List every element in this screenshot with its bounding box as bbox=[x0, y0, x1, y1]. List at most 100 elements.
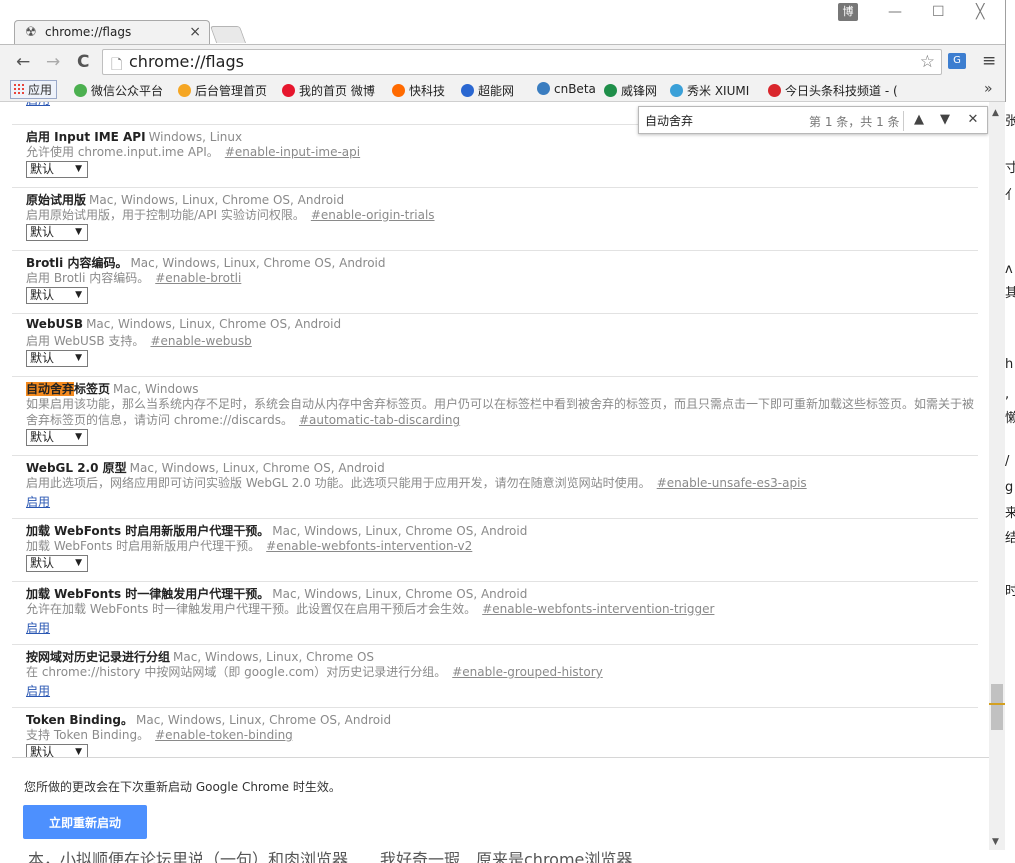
flag-title-text: Token Binding。 bbox=[26, 713, 133, 727]
dropdown-caret-icon: ▼ bbox=[75, 290, 82, 300]
flag-item: Token Binding。 Mac, Windows, Linux, Chrom… bbox=[12, 707, 978, 757]
flag-state-select[interactable]: 默认 ▼ bbox=[26, 224, 88, 241]
bookmark-label: 快科技 bbox=[409, 84, 446, 98]
bookmark-favicon-icon bbox=[537, 82, 550, 95]
flag-platforms: Windows, Linux bbox=[148, 130, 243, 144]
flag-enable-link[interactable]: 启用 bbox=[26, 102, 50, 108]
bookmark-item[interactable]: 快科技 bbox=[392, 82, 445, 99]
flag-state-select[interactable]: 默认 ▼ bbox=[26, 555, 88, 572]
new-tab-button[interactable] bbox=[209, 26, 247, 43]
restart-button[interactable]: 立即重新启动 bbox=[23, 805, 147, 839]
vertical-scrollbar[interactable]: ▲ ▼ bbox=[989, 102, 1005, 850]
flag-description-text: 允许在加载 WebFonts 时一律触发用户代理干预。此设置仅在启用干预后才会生… bbox=[26, 602, 477, 616]
address-bar[interactable]: 🗋 chrome://flags ☆ bbox=[102, 49, 942, 75]
flag-platforms: Mac, Windows, Linux, Chrome OS, Android bbox=[89, 193, 345, 207]
bookmark-item[interactable]: 秀米 XIUMI bbox=[670, 82, 749, 99]
flag-title: 原始试用版 Mac, Windows, Linux, Chrome OS, And… bbox=[26, 191, 344, 208]
reload-icon[interactable]: C bbox=[77, 52, 89, 72]
flag-state-value: 默认 bbox=[30, 745, 55, 757]
browser-toolbar: ← → C 🗋 chrome://flags ☆ G ≡ bbox=[0, 45, 1005, 79]
flag-title-text: 原始试用版 bbox=[26, 193, 87, 207]
flag-state-select[interactable]: 默认 ▼ bbox=[26, 429, 88, 446]
flag-description: 在 chrome://history 中按网站网域（即 google.com）对… bbox=[26, 664, 976, 680]
flag-anchor-link[interactable]: #enable-brotli bbox=[155, 271, 241, 285]
bookmark-favicon-icon bbox=[768, 84, 781, 97]
bookmark-favicon-icon bbox=[74, 84, 87, 97]
menu-icon[interactable]: ≡ bbox=[982, 51, 996, 71]
tab-chrome-flags[interactable]: ☢ chrome://flags × bbox=[14, 20, 210, 44]
bookmarks-more-icon[interactable]: » bbox=[984, 81, 993, 97]
flag-description: 允许使用 chrome.input.ime API。 #enable-input-… bbox=[26, 144, 976, 160]
dropdown-caret-icon: ▼ bbox=[75, 227, 82, 237]
flag-enable-link[interactable]: 启用 bbox=[26, 682, 50, 699]
background-char: g bbox=[1005, 480, 1014, 495]
bookmark-item[interactable]: 后台管理首页 bbox=[178, 82, 267, 99]
flag-description-text: 允许使用 chrome.input.ime API。 bbox=[26, 145, 219, 159]
flag-enable-link[interactable]: 启用 bbox=[26, 493, 50, 510]
bookmark-item[interactable]: cnBeta bbox=[537, 82, 596, 96]
back-icon[interactable]: ← bbox=[16, 52, 30, 72]
flag-description-text: 启用此选项后，网络应用即可访问实验版 WebGL 2.0 功能。此选项只能用于应… bbox=[26, 476, 651, 490]
flag-state-select[interactable]: 默认 ▼ bbox=[26, 287, 88, 304]
find-highlight: 自动舍弃 bbox=[26, 382, 75, 396]
flag-item: 按网域对历史记录进行分组 Mac, Windows, Linux, Chrome … bbox=[12, 644, 978, 708]
flag-description: 支持 Token Binding。 #enable-token-binding bbox=[26, 727, 976, 743]
bookmark-item[interactable]: 超能网 bbox=[461, 82, 514, 99]
flag-description-text: 如果启用该功能，那么当系统内存不足时，系统会自动从内存中舍弃标签页。用户仍可以在… bbox=[26, 397, 975, 427]
bookmark-item[interactable]: 今日头条科技频道 - ( bbox=[768, 82, 898, 99]
minimize-icon[interactable]: — bbox=[888, 4, 902, 20]
flag-description-text: 在 chrome://history 中按网站网域（即 google.com）对… bbox=[26, 665, 447, 679]
bookmark-item[interactable]: 我的首页 微博 bbox=[282, 82, 375, 99]
close-window-icon[interactable]: ╳ bbox=[976, 4, 984, 20]
background-char: 寸 bbox=[1005, 161, 1015, 176]
flag-anchor-link[interactable]: #automatic-tab-discarding bbox=[299, 413, 460, 427]
flag-description-text: 支持 Token Binding。 bbox=[26, 728, 150, 742]
background-char: 亻 bbox=[1005, 188, 1015, 203]
flag-state-select[interactable]: 默认 ▼ bbox=[26, 744, 88, 757]
bookmark-item[interactable]: 威锋网 bbox=[604, 82, 657, 99]
bookmark-star-icon[interactable]: ☆ bbox=[920, 52, 935, 72]
flag-anchor-link[interactable]: #enable-token-binding bbox=[155, 728, 293, 742]
url-text[interactable]: chrome://flags bbox=[129, 52, 244, 71]
background-char: ʌ bbox=[1005, 262, 1013, 277]
flag-anchor-link[interactable]: #enable-unsafe-es3-apis bbox=[657, 476, 807, 490]
flag-anchor-link[interactable]: #enable-origin-trials bbox=[311, 208, 435, 222]
flag-description: 加载 WebFonts 时启用新版用户代理干预。 #enable-webfonts… bbox=[26, 538, 976, 554]
flag-title: 启用 Input IME API Windows, Linux bbox=[26, 128, 242, 145]
find-separator bbox=[903, 111, 904, 131]
extension-icon[interactable]: G bbox=[948, 53, 966, 69]
find-prev-icon[interactable]: ▲ bbox=[907, 108, 931, 132]
flag-state-select[interactable]: 默认 ▼ bbox=[26, 350, 88, 367]
flag-item: WebUSB Mac, Windows, Linux, Chrome OS, An… bbox=[12, 313, 978, 377]
flag-title-text: 启用 Input IME API bbox=[26, 130, 146, 144]
profile-avatar[interactable]: 博 bbox=[838, 3, 858, 21]
background-char: 张 bbox=[1005, 114, 1015, 129]
flag-state-value: 默认 bbox=[30, 556, 55, 570]
find-input[interactable] bbox=[645, 111, 805, 129]
flag-anchor-link[interactable]: #enable-webfonts-intervention-trigger bbox=[482, 602, 714, 616]
flag-anchor-link[interactable]: #enable-webfonts-intervention-v2 bbox=[266, 539, 472, 553]
forward-icon[interactable]: → bbox=[46, 52, 60, 72]
flag-description: 启用 WebUSB 支持。 #enable-webusb bbox=[26, 333, 976, 349]
find-close-icon[interactable]: ✕ bbox=[961, 108, 985, 132]
flag-anchor-link[interactable]: #enable-input-ime-api bbox=[225, 145, 360, 159]
scroll-down-icon[interactable]: ▼ bbox=[992, 837, 999, 847]
apps-button[interactable]: 应用 bbox=[10, 80, 58, 99]
flag-title-text: WebGL 2.0 原型 bbox=[26, 461, 127, 475]
flag-state-value: 默认 bbox=[30, 430, 55, 444]
flag-anchor-link[interactable]: #enable-grouped-history bbox=[452, 665, 603, 679]
flag-platforms: Mac, Windows, Linux, Chrome OS, Android bbox=[86, 317, 342, 331]
scroll-up-icon[interactable]: ▲ bbox=[992, 108, 999, 118]
flag-item: 加载 WebFonts 时一律触发用户代理干预。 Mac, Windows, Li… bbox=[12, 581, 978, 645]
flag-state-select[interactable]: 默认 ▼ bbox=[26, 161, 88, 178]
maximize-icon[interactable]: ☐ bbox=[932, 4, 945, 20]
flag-item: 原始试用版 Mac, Windows, Linux, Chrome OS, And… bbox=[12, 187, 978, 251]
flag-anchor-link[interactable]: #enable-webusb bbox=[150, 334, 251, 348]
scrollbar-thumb[interactable] bbox=[991, 684, 1003, 730]
bookmark-item[interactable]: 微信公众平台 bbox=[74, 82, 163, 99]
bookmark-label: 今日头条科技频道 - ( bbox=[785, 84, 898, 98]
flag-enable-link[interactable]: 启用 bbox=[26, 619, 50, 636]
find-next-icon[interactable]: ▼ bbox=[933, 108, 957, 132]
tab-close-icon[interactable]: × bbox=[189, 24, 201, 40]
flag-description: 启用原始试用版，用于控制功能/API 实验访问权限。 #enable-origin… bbox=[26, 207, 976, 223]
